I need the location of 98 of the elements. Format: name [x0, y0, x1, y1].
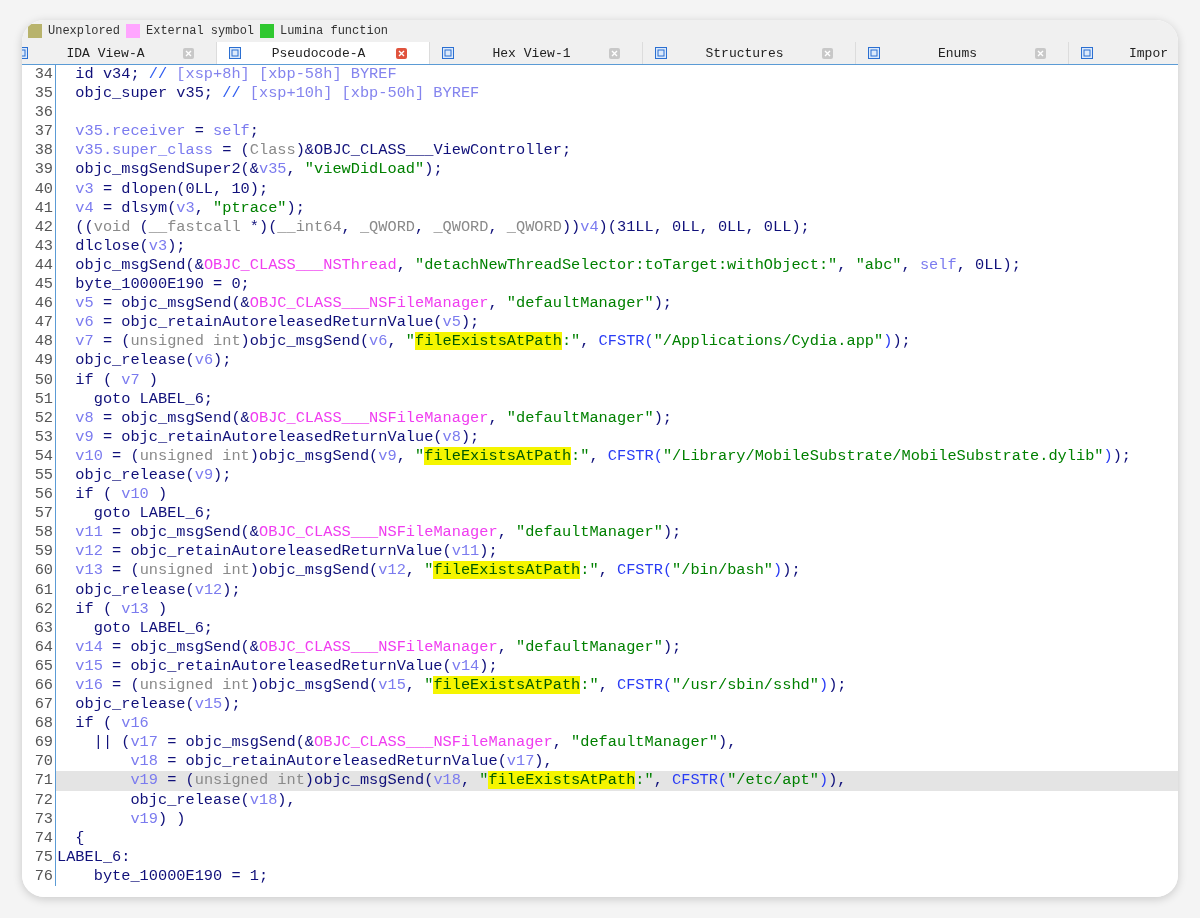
- code-line: v5 = objc_msgSend(&OBJC_CLASS___NSFileManager, "defaultManager");: [74, 294, 674, 314]
- line-number: 43: [22, 236, 56, 256]
- line-number: 42: [22, 217, 56, 237]
- legend-label: Lumina function: [280, 24, 389, 38]
- code-line: if ( v7 ): [74, 370, 159, 390]
- code-line: v3 = dlopen(0LL, 10);: [74, 179, 270, 199]
- line-number: 47: [22, 313, 56, 333]
- code-line: objc_release(v9);: [74, 465, 233, 486]
- line-number: 48: [22, 332, 56, 352]
- code-line: v7 = (unsigned int)objc_msgSend(v6, "fileExistsAtPath:", CFSTR("/Applications/Cydia.app"));: [74, 332, 912, 352]
- line-number: 57: [22, 504, 56, 524]
- line-number: 55: [22, 465, 56, 486]
- line-number: 63: [22, 618, 56, 638]
- window-icon: [442, 47, 454, 59]
- code-line: v12 = objc_retainAutoreleasedReturnValue(v11);: [74, 542, 499, 562]
- line-number: 67: [22, 695, 56, 715]
- code-line: if ( v10 ): [74, 485, 169, 505]
- code-line: v9 = objc_retainAutoreleasedReturnValue(v8);: [74, 427, 481, 447]
- line-number: 65: [22, 656, 56, 676]
- code-line: goto LABEL_6;: [92, 389, 215, 409]
- line-number: 51: [22, 389, 56, 409]
- line-number: 54: [22, 446, 56, 466]
- line-number: 38: [22, 141, 56, 161]
- window-icon: [1081, 47, 1093, 59]
- line-number: 46: [22, 294, 56, 314]
- code-line: goto LABEL_6;: [92, 618, 215, 638]
- window-icon: [655, 47, 667, 59]
- tab[interactable]: IDA View-A: [22, 42, 217, 64]
- code-line: dlclose(v3);: [74, 236, 187, 256]
- line-number: 49: [22, 351, 56, 371]
- code-line: v8 = objc_msgSend(&OBJC_CLASS___NSFileManager, "defaultManager");: [74, 408, 674, 428]
- line-number: 72: [22, 790, 56, 810]
- line-number: 75: [22, 847, 56, 867]
- line-number: 62: [22, 599, 56, 619]
- code-line: v14 = objc_msgSend(&OBJC_CLASS___NSFileManager, "defaultManager");: [74, 637, 683, 657]
- code-line: objc_msgSend(&OBJC_CLASS___NSThread, "detachNewThreadSelector:toTarget:withObject:", "abc", self, 0LL);: [74, 255, 1022, 276]
- code-line: v35.receiver = self;: [74, 122, 260, 142]
- line-number: 70: [22, 752, 56, 772]
- close-icon[interactable]: [609, 47, 620, 59]
- line-number: 56: [22, 485, 56, 505]
- code-line: objc_super v35; // [xsp+10h] [xbp-50h] BYREF: [74, 84, 481, 104]
- line-number: 69: [22, 733, 56, 753]
- code-line: byte_10000E190 = 1;: [92, 866, 270, 887]
- code-line: objc_release(v12);: [74, 580, 242, 600]
- legend-label: External symbol: [146, 24, 255, 38]
- code-line: v16 = (unsigned int)objc_msgSend(v15, "fileExistsAtPath:", CFSTR("/usr/sbin/sshd"));: [74, 676, 848, 696]
- line-number: 44: [22, 255, 56, 276]
- close-icon[interactable]: [396, 47, 407, 59]
- code-line: || (v17 = objc_msgSend(&OBJC_CLASS___NSFileManager, "defaultManager"),: [92, 733, 738, 753]
- tab[interactable]: Pseudocode-A: [217, 42, 430, 64]
- line-number: 60: [22, 561, 56, 581]
- line-number: 53: [22, 427, 56, 447]
- window-icon: [868, 47, 880, 59]
- window-icon: [229, 47, 241, 59]
- code-line: v35.super_class = (Class)&OBJC_CLASS___ViewController;: [74, 141, 573, 161]
- line-number: 59: [22, 542, 56, 562]
- code-line: objc_msgSendSuper2(&v35, "viewDidLoad");: [74, 160, 444, 180]
- code-line: byte_10000E190 = 0;: [74, 275, 251, 295]
- line-number: 35: [22, 84, 56, 104]
- code-line: v19) ): [129, 809, 187, 829]
- code-line: v4 = dlsym(v3, "ptrace");: [74, 198, 306, 218]
- line-number: 36: [22, 103, 56, 123]
- code-line: v15 = objc_retainAutoreleasedReturnValue(v14);: [74, 656, 499, 676]
- line-number: 39: [22, 160, 56, 180]
- code-line: goto LABEL_6;: [92, 504, 215, 524]
- legend-label: Unexplored: [48, 24, 120, 38]
- code-line: ((void (__fastcall *)(__int64, _QWORD, _QWORD, _QWORD))v4)(31LL, 0LL, 0LL, 0LL);: [74, 217, 811, 237]
- code-line: if ( v16: [74, 714, 150, 734]
- code-line: {: [74, 828, 86, 848]
- code-line: v13 = (unsigned int)objc_msgSend(v12, "fileExistsAtPath:", CFSTR("/bin/bash"));: [74, 561, 802, 581]
- code-line: LABEL_6:: [56, 847, 132, 867]
- code-line: objc_release(v6);: [74, 351, 233, 371]
- line-number: 61: [22, 580, 56, 600]
- code-line: v11 = objc_msgSend(&OBJC_CLASS___NSFileManager, "defaultManager");: [74, 523, 683, 543]
- line-number: 40: [22, 179, 56, 199]
- line-number: 34: [22, 65, 56, 85]
- line-number: 73: [22, 809, 56, 829]
- line-number: 52: [22, 408, 56, 428]
- line-number: 45: [22, 275, 56, 295]
- line-number: 68: [22, 714, 56, 734]
- line-number: 66: [22, 676, 56, 696]
- code-line: objc_release(v18),: [129, 790, 297, 810]
- line-number: 37: [22, 122, 56, 142]
- code-line: if ( v13 ): [74, 599, 169, 619]
- line-number: 74: [22, 828, 56, 848]
- code-line: v6 = objc_retainAutoreleasedReturnValue(v5);: [74, 313, 481, 333]
- line-number: 64: [22, 637, 56, 657]
- line-number: 41: [22, 198, 56, 218]
- code-line: id v34; // [xsp+8h] [xbp-58h] BYREF: [74, 65, 398, 85]
- code-line: objc_release(v15);: [74, 695, 242, 715]
- close-icon[interactable]: [183, 47, 194, 59]
- code-line: v10 = (unsigned int)objc_msgSend(v9, "fileExistsAtPath:", CFSTR("/Library/MobileSubstrate/MobileSubstrate.dylib"));: [74, 446, 1133, 466]
- line-number: 58: [22, 523, 56, 543]
- code-line: v18 = objc_retainAutoreleasedReturnValue(v17),: [129, 752, 554, 772]
- line-number: 76: [22, 866, 56, 887]
- line-number: 50: [22, 370, 56, 390]
- close-icon[interactable]: [1035, 47, 1046, 59]
- close-icon[interactable]: [822, 47, 833, 59]
